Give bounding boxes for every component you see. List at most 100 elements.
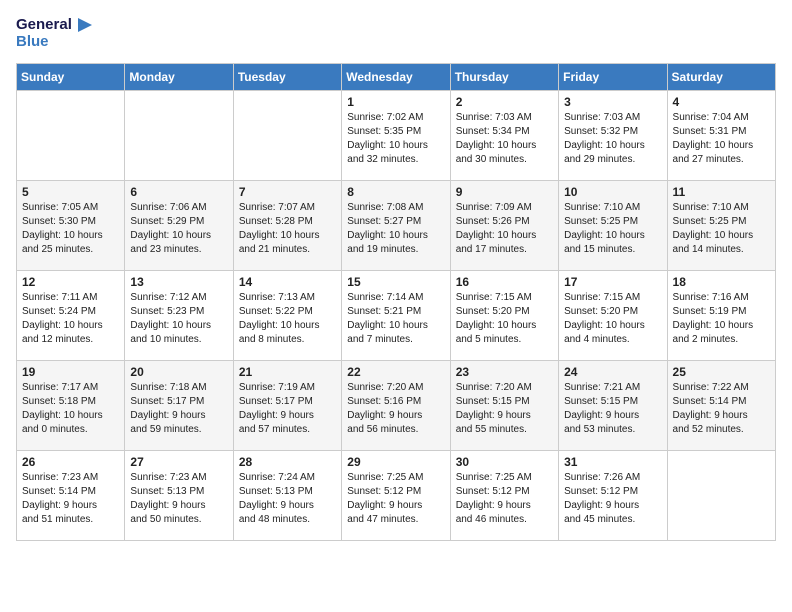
calendar-cell: 24 Sunrise: 7:21 AM Sunset: 5:15 PM Dayli… [559,360,667,450]
day-info: Sunrise: 7:24 AM Sunset: 5:13 PM Dayligh… [239,471,336,527]
day-number: 7 [239,185,336,199]
day-number: 27 [130,455,227,469]
weekday-header-sunday: Sunday [17,63,125,90]
calendar-cell: 6Sunrise: 7:06 AM Sunset: 5:29 PM Daylig… [125,180,233,270]
calendar-cell: 16 Sunrise: 7:15 AM Sunset: 5:20 PM Dayli… [450,270,558,360]
day-number: 29 [347,455,444,469]
day-info: Sunrise: 7:25 AM Sunset: 5:12 PM Dayligh… [456,471,553,527]
day-info: Sunrise: 7:08 AM Sunset: 5:27 PM Dayligh… [347,201,444,257]
calendar-cell [17,90,125,180]
day-info: Sunrise: 7:26 AM Sunset: 5:12 PM Dayligh… [564,471,661,527]
logo: General Blue [16,16,92,51]
day-number: 6 [130,185,227,199]
calendar-week-row: 19Sunrise: 7:17 AM Sunset: 5:18 PM Dayli… [17,360,776,450]
day-info: Sunrise: 7:16 AM Sunset: 5:19 PM Dayligh… [673,291,770,347]
day-number: 25 [673,365,770,379]
day-number: 4 [673,95,770,109]
calendar-header-row: SundayMondayTuesdayWednesdayThursdayFrid… [17,63,776,90]
logo-blue: Blue [16,34,92,51]
calendar-cell: 23Sunrise: 7:20 AM Sunset: 5:15 PM Dayli… [450,360,558,450]
day-info: Sunrise: 7:10 AM Sunset: 5:25 PM Dayligh… [564,201,661,257]
day-number: 10 [564,185,661,199]
weekday-header-friday: Friday [559,63,667,90]
day-number: 30 [456,455,553,469]
calendar-cell: 3 Sunrise: 7:03 AM Sunset: 5:32 PM Daylig… [559,90,667,180]
day-number: 26 [22,455,119,469]
day-info: Sunrise: 7:25 AM Sunset: 5:12 PM Dayligh… [347,471,444,527]
calendar-week-row: 26 Sunrise: 7:23 AM Sunset: 5:14 PM Dayli… [17,450,776,540]
day-number: 8 [347,185,444,199]
day-info: Sunrise: 7:11 AM Sunset: 5:24 PM Dayligh… [22,291,119,347]
weekday-header-monday: Monday [125,63,233,90]
calendar-cell: 1Sunrise: 7:02 AM Sunset: 5:35 PM Daylig… [342,90,450,180]
calendar-cell [125,90,233,180]
calendar-cell: 30 Sunrise: 7:25 AM Sunset: 5:12 PM Dayli… [450,450,558,540]
page-header: General Blue [16,16,776,51]
day-number: 28 [239,455,336,469]
day-info: Sunrise: 7:22 AM Sunset: 5:14 PM Dayligh… [673,381,770,437]
calendar-cell: 21Sunrise: 7:19 AM Sunset: 5:17 PM Dayli… [233,360,341,450]
day-number: 15 [347,275,444,289]
calendar-cell: 7 Sunrise: 7:07 AM Sunset: 5:28 PM Daylig… [233,180,341,270]
day-info: Sunrise: 7:15 AM Sunset: 5:20 PM Dayligh… [456,291,553,347]
day-info: Sunrise: 7:09 AM Sunset: 5:26 PM Dayligh… [456,201,553,257]
day-number: 17 [564,275,661,289]
day-number: 31 [564,455,661,469]
day-info: Sunrise: 7:23 AM Sunset: 5:13 PM Dayligh… [130,471,227,527]
calendar-cell: 29 Sunrise: 7:25 AM Sunset: 5:12 PM Dayli… [342,450,450,540]
day-info: Sunrise: 7:18 AM Sunset: 5:17 PM Dayligh… [130,381,227,437]
logo-svg: General Blue [16,16,92,51]
calendar-week-row: 5 Sunrise: 7:05 AM Sunset: 5:30 PM Daylig… [17,180,776,270]
day-number: 20 [130,365,227,379]
calendar-cell [233,90,341,180]
weekday-header-thursday: Thursday [450,63,558,90]
calendar-table: SundayMondayTuesdayWednesdayThursdayFrid… [16,63,776,541]
day-number: 23 [456,365,553,379]
day-number: 11 [673,185,770,199]
day-number: 24 [564,365,661,379]
day-info: Sunrise: 7:20 AM Sunset: 5:16 PM Dayligh… [347,381,444,437]
day-info: Sunrise: 7:21 AM Sunset: 5:15 PM Dayligh… [564,381,661,437]
calendar-cell: 15 Sunrise: 7:14 AM Sunset: 5:21 PM Dayli… [342,270,450,360]
calendar-cell: 31 Sunrise: 7:26 AM Sunset: 5:12 PM Dayli… [559,450,667,540]
calendar-cell: 27 Sunrise: 7:23 AM Sunset: 5:13 PM Dayli… [125,450,233,540]
calendar-cell: 11Sunrise: 7:10 AM Sunset: 5:25 PM Dayli… [667,180,775,270]
calendar-cell: 5 Sunrise: 7:05 AM Sunset: 5:30 PM Daylig… [17,180,125,270]
day-info: Sunrise: 7:12 AM Sunset: 5:23 PM Dayligh… [130,291,227,347]
day-info: Sunrise: 7:04 AM Sunset: 5:31 PM Dayligh… [673,111,770,167]
weekday-header-tuesday: Tuesday [233,63,341,90]
calendar-cell: 14Sunrise: 7:13 AM Sunset: 5:22 PM Dayli… [233,270,341,360]
day-info: Sunrise: 7:03 AM Sunset: 5:34 PM Dayligh… [456,111,553,167]
calendar-cell: 22 Sunrise: 7:20 AM Sunset: 5:16 PM Dayli… [342,360,450,450]
calendar-cell: 9Sunrise: 7:09 AM Sunset: 5:26 PM Daylig… [450,180,558,270]
calendar-cell: 12 Sunrise: 7:11 AM Sunset: 5:24 PM Dayli… [17,270,125,360]
logo-arrow [74,16,92,34]
day-info: Sunrise: 7:23 AM Sunset: 5:14 PM Dayligh… [22,471,119,527]
day-number: 5 [22,185,119,199]
calendar-cell: 17 Sunrise: 7:15 AM Sunset: 5:20 PM Dayli… [559,270,667,360]
logo-general: General [16,17,72,34]
calendar-cell: 26 Sunrise: 7:23 AM Sunset: 5:14 PM Dayli… [17,450,125,540]
calendar-cell: 20 Sunrise: 7:18 AM Sunset: 5:17 PM Dayli… [125,360,233,450]
calendar-cell [667,450,775,540]
day-number: 3 [564,95,661,109]
calendar-cell: 4 Sunrise: 7:04 AM Sunset: 5:31 PM Daylig… [667,90,775,180]
calendar-cell: 8 Sunrise: 7:08 AM Sunset: 5:27 PM Daylig… [342,180,450,270]
day-info: Sunrise: 7:05 AM Sunset: 5:30 PM Dayligh… [22,201,119,257]
day-number: 2 [456,95,553,109]
calendar-cell: 10 Sunrise: 7:10 AM Sunset: 5:25 PM Dayli… [559,180,667,270]
day-number: 16 [456,275,553,289]
weekday-header-saturday: Saturday [667,63,775,90]
day-number: 13 [130,275,227,289]
day-number: 18 [673,275,770,289]
day-number: 12 [22,275,119,289]
day-number: 22 [347,365,444,379]
day-info: Sunrise: 7:03 AM Sunset: 5:32 PM Dayligh… [564,111,661,167]
day-info: Sunrise: 7:14 AM Sunset: 5:21 PM Dayligh… [347,291,444,347]
day-info: Sunrise: 7:07 AM Sunset: 5:28 PM Dayligh… [239,201,336,257]
day-info: Sunrise: 7:17 AM Sunset: 5:18 PM Dayligh… [22,381,119,437]
calendar-cell: 19Sunrise: 7:17 AM Sunset: 5:18 PM Dayli… [17,360,125,450]
calendar-cell: 25 Sunrise: 7:22 AM Sunset: 5:14 PM Dayli… [667,360,775,450]
day-info: Sunrise: 7:15 AM Sunset: 5:20 PM Dayligh… [564,291,661,347]
day-info: Sunrise: 7:19 AM Sunset: 5:17 PM Dayligh… [239,381,336,437]
